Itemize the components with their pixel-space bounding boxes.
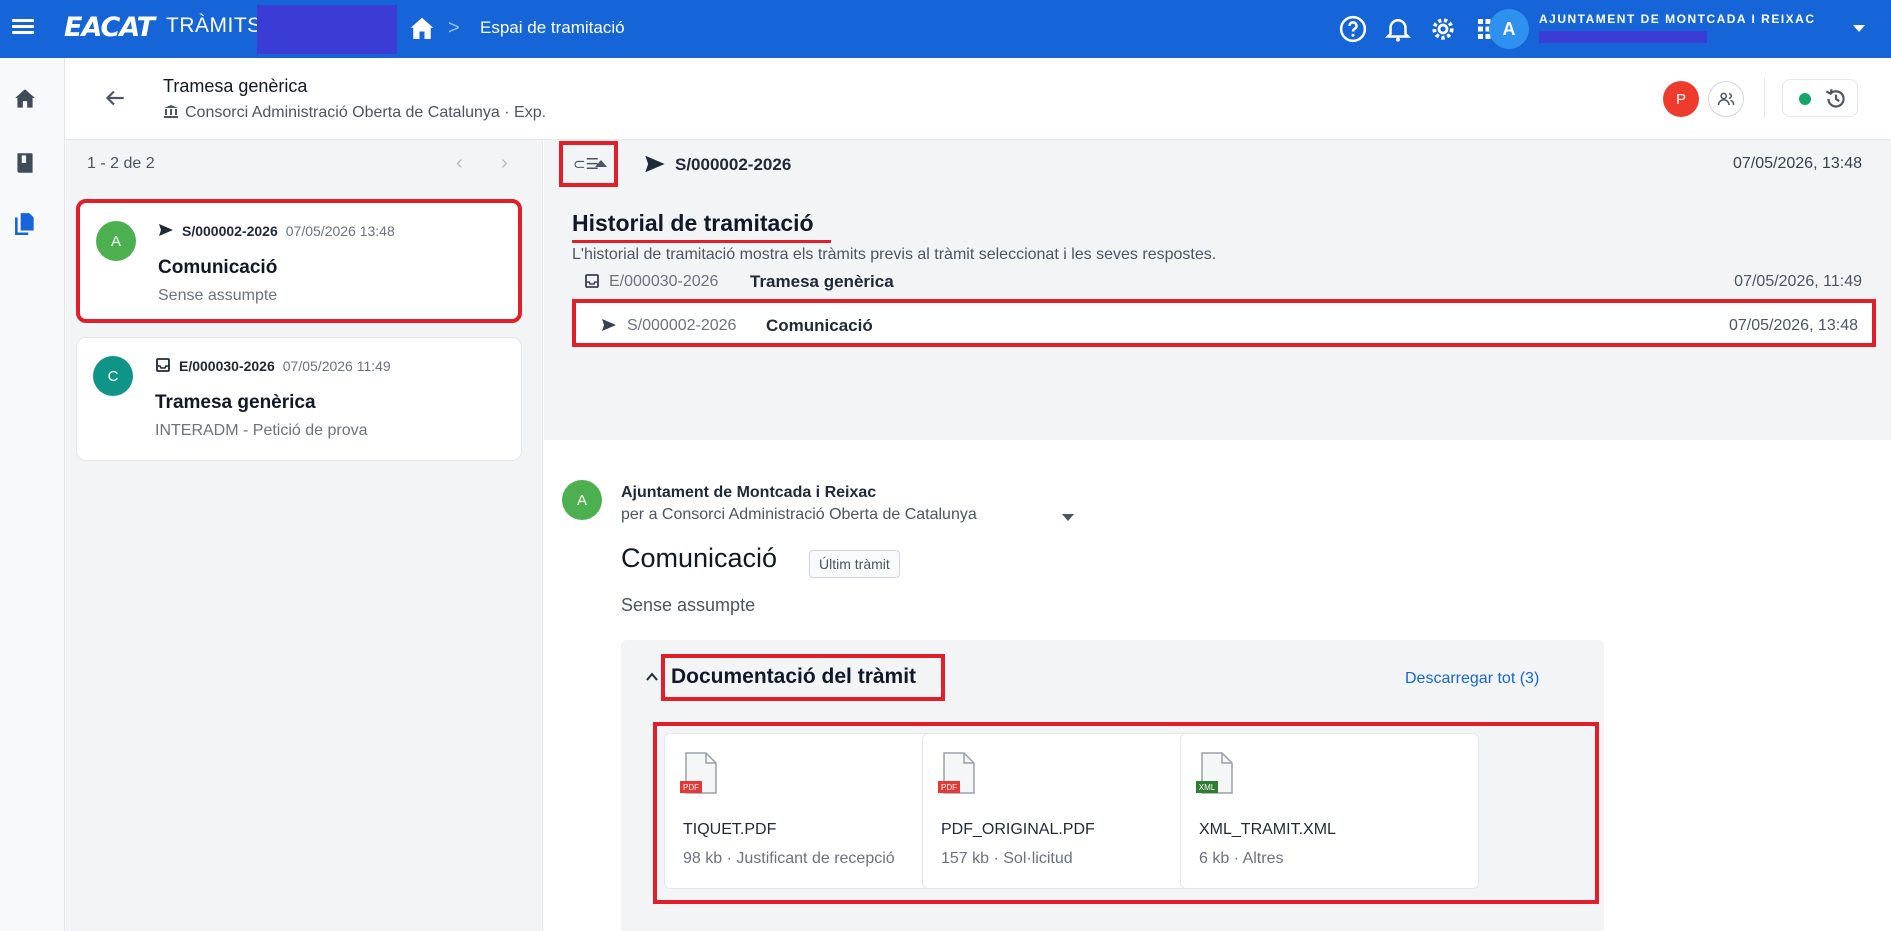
send-icon [644,154,666,174]
history-code: S/000002-2026 [627,317,737,334]
divider [1764,78,1765,118]
avatar: C [93,356,133,396]
logo-product: TRÀMITS [166,14,262,37]
file-meta: 6 kb · Altres [1199,850,1284,867]
left-rail [0,58,65,931]
pdf-file-icon: PDF [938,751,978,799]
file-type-label: PDF [683,783,699,792]
chevron-left-icon[interactable]: ‹ [456,152,463,175]
file-type-label: XML [1199,783,1216,792]
item-subtitle: INTERADM - Petició de prova [155,422,368,439]
item-date: 07/05/2026 13:48 [285,223,395,239]
redacted-user-name [1539,31,1707,43]
documents-title: Documentació del tràmit [671,665,917,688]
list-item[interactable]: C E/000030-2026 07/05/2026 11:49 Tramesa … [76,337,522,461]
status-badge: Últim tràmit [809,550,900,578]
record-subtitle: Consorci Administració Oberta de Catalun… [163,104,546,122]
send-icon [601,317,617,333]
item-code: E/000030-2026 [179,358,275,374]
item-subtitle: Sense assumpte [158,287,278,304]
status-dot-icon [1799,93,1811,105]
file-type-label: PDF [941,783,957,792]
item-date: 07/05/2026 11:49 [282,358,391,374]
history-row[interactable]: E/000030-2026 Tramesa genèrica 07/05/202… [572,259,1876,303]
people-icon[interactable] [1708,81,1744,117]
participant-avatar[interactable]: P [1663,81,1699,117]
avatar: A [96,221,136,261]
caret-up-icon [595,160,607,167]
list-item[interactable]: A S/000002-2026 07/05/2026 13:48 Comunica… [76,199,522,323]
institution-icon [163,104,179,118]
recipient-label[interactable]: per a Consorci Administració Oberta de C… [621,506,977,524]
menu-icon[interactable] [12,16,38,40]
pdf-file-icon: PDF [680,751,720,799]
record-title: Tramesa genèrica [163,76,308,96]
home-icon[interactable] [12,86,38,112]
file-meta: 157 kb · Sol·licitud [941,850,1073,867]
inbox-icon [155,358,171,372]
item-title: Comunicació [158,257,278,278]
book-icon[interactable] [12,150,38,176]
chevron-right-icon[interactable]: › [501,152,508,175]
communication-subject: Sense assumpte [621,595,756,615]
documents-files: PDF TIQUET.PDF 98 kb · Justificant de re… [653,722,1599,904]
sender-name: Ajuntament de Montcada i Reixac [621,484,877,501]
chevron-up-icon[interactable] [645,670,659,684]
file-name: TIQUET.PDF [683,821,777,838]
pagination-label: 1 - 2 de 2 [87,155,155,172]
record-subtitle-text: Consorci Administració Oberta de Catalun… [185,104,547,121]
documents-icon[interactable] [12,211,38,237]
history-name: Tramesa genèrica [750,272,894,291]
item-code: S/000002-2026 [182,223,278,239]
chevron-down-icon[interactable] [1062,514,1074,521]
history-toggle-button[interactable]: ⊂☰ [559,141,618,187]
history-row-selected[interactable]: S/000002-2026 Comunicació 07/05/2026, 13… [572,299,1876,347]
sender-avatar: A [562,480,602,520]
documents-section: Documentació del tràmit Descarregar tot … [621,640,1604,931]
breadcrumb-separator: > [448,17,460,39]
detail-panel: ⊂☰ S/000002-2026 07/05/2026, 13:48 Histo… [544,140,1891,931]
bell-icon[interactable] [1383,14,1413,44]
back-arrow-icon[interactable] [102,85,128,111]
gear-icon[interactable] [1428,14,1458,44]
logo-brand[interactable]: EACAT [64,12,155,43]
send-icon [158,223,174,237]
record-code: S/000002-2026 [675,155,792,174]
home-icon[interactable] [407,14,437,44]
file-meta: 98 kb · Justificant de recepció [683,850,895,867]
status-control[interactable] [1782,79,1858,117]
detail-toolbar: ⊂☰ S/000002-2026 07/05/2026, 13:48 [544,140,1891,190]
item-title: Tramesa genèrica [155,392,316,413]
history-name: Comunicació [766,316,873,335]
download-all-link[interactable]: Descarregar tot (3) [1405,670,1539,688]
xml-file-icon: XML [1196,751,1236,799]
history-title: Historial de tramitació [572,210,814,236]
inbox-icon [584,273,600,289]
file-card[interactable]: XML XML_TRAMIT.XML 6 kb · Altres [1180,733,1479,889]
records-list: 1 - 2 de 2 ‹ › A S/000002-2026 07/05/2026… [66,140,543,931]
top-bar: EACAT TRÀMITS > Espai de tramitació A AJ… [0,0,1891,58]
file-card[interactable]: PDF PDF_ORIGINAL.PDF 157 kb · Sol·licitu… [922,733,1220,889]
record-date: 07/05/2026, 13:48 [1733,155,1863,172]
organization-name[interactable]: AJUNTAMENT DE MONTCADA I REIXAC [1539,12,1816,26]
history-title-underline [572,240,831,243]
documents-title-frame: Documentació del tràmit [661,654,945,701]
breadcrumb[interactable]: Espai de tramitació [480,18,625,38]
redacted-block [257,5,397,54]
file-name: PDF_ORIGINAL.PDF [941,821,1095,838]
item-meta: S/000002-2026 07/05/2026 13:48 [158,223,395,239]
user-avatar[interactable]: A [1489,9,1529,49]
file-card[interactable]: PDF TIQUET.PDF 98 kb · Justificant de re… [664,733,962,889]
history-date: 07/05/2026, 13:48 [1728,317,1858,334]
chevron-down-icon[interactable] [1853,25,1865,32]
history-code: E/000030-2026 [609,273,719,290]
item-meta: E/000030-2026 07/05/2026 11:49 [155,358,391,374]
file-name: XML_TRAMIT.XML [1199,821,1336,838]
history-date: 07/05/2026, 11:49 [1734,273,1862,290]
history-icon[interactable] [1823,86,1849,112]
help-icon[interactable] [1338,14,1368,44]
history-panel: Historial de tramitació L'historial de t… [544,190,1891,440]
record-header: Tramesa genèrica Consorci Administració … [66,58,1891,140]
communication-title: Comunicació [621,543,778,573]
